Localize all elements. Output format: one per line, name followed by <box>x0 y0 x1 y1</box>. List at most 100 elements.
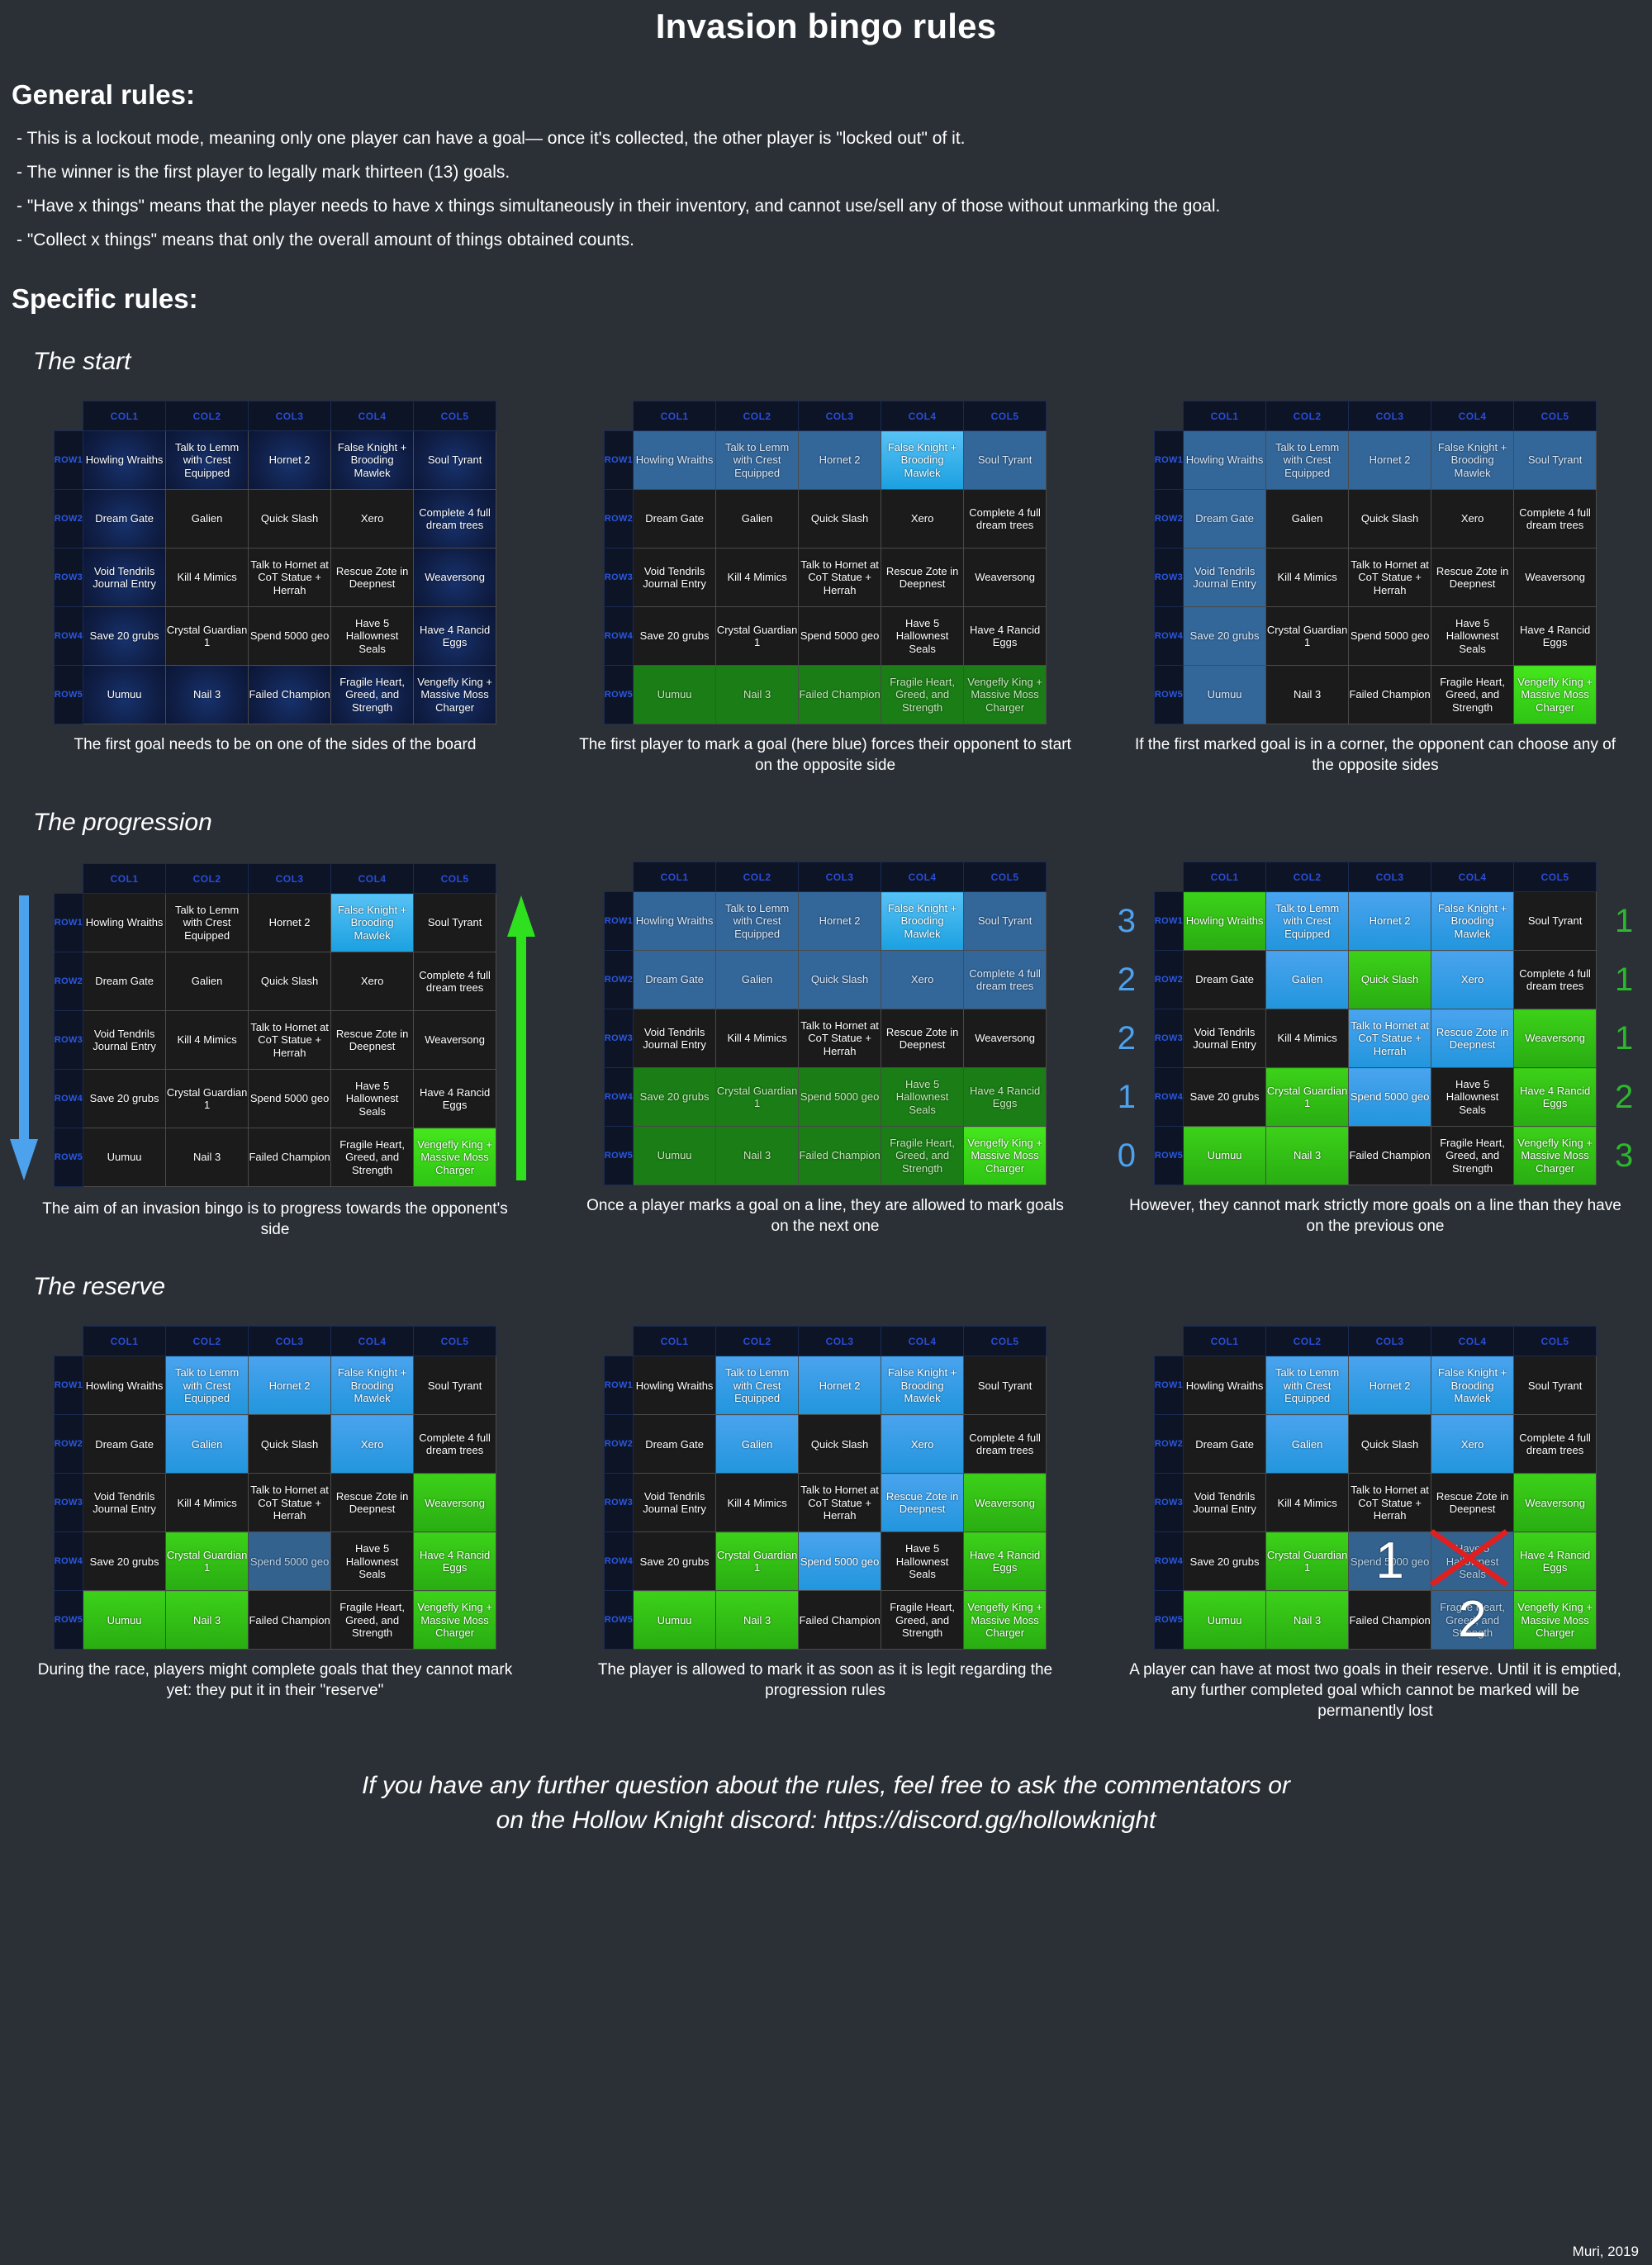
bingo-cell[interactable]: Have 4 Rancid Eggs <box>1513 1531 1597 1592</box>
bingo-cell[interactable]: Howling Wraiths <box>633 430 717 490</box>
bingo-cell[interactable]: Rescue Zote in Deepnest <box>1431 1009 1515 1069</box>
bingo-cell[interactable]: Talk to Lemm with Crest Equipped <box>165 1356 249 1416</box>
bingo-cell[interactable]: Talk to Lemm with Crest Equipped <box>715 430 800 490</box>
bingo-cell[interactable]: Uumuu <box>1183 665 1267 724</box>
bingo-cell[interactable]: Hornet 2 <box>248 893 332 953</box>
bingo-cell[interactable]: Xero <box>881 489 965 548</box>
bingo-cell[interactable]: Galien <box>1265 1414 1350 1474</box>
bingo-cell[interactable]: Galien <box>165 489 249 548</box>
bingo-cell[interactable]: Uumuu <box>83 665 167 724</box>
bingo-cell[interactable]: False Knight + Brooding Mawlek <box>881 891 965 952</box>
bingo-cell[interactable]: Xero <box>881 1414 965 1474</box>
bingo-cell[interactable]: Spend 5000 geo <box>798 1067 882 1128</box>
bingo-cell[interactable]: Soul Tyrant <box>413 893 497 953</box>
bingo-cell[interactable]: Weaversong <box>963 1473 1047 1533</box>
bingo-cell[interactable]: Spend 5000 geo 1 <box>1348 1531 1432 1592</box>
bingo-cell[interactable]: Howling Wraiths <box>1183 1356 1267 1416</box>
bingo-cell[interactable]: Xero <box>330 489 415 548</box>
bingo-cell[interactable]: Soul Tyrant <box>963 1356 1047 1416</box>
bingo-cell[interactable]: Complete 4 full dream trees <box>963 950 1047 1010</box>
bingo-cell[interactable]: Failed Champion <box>248 1590 332 1650</box>
bingo-cell[interactable]: Talk to Hornet at CoT Statue + Herrah <box>798 548 882 607</box>
bingo-cell[interactable]: Xero <box>330 1414 415 1474</box>
bingo-cell[interactable]: Talk to Hornet at CoT Statue + Herrah <box>248 1010 332 1071</box>
bingo-cell[interactable]: Xero <box>1431 950 1515 1010</box>
bingo-cell[interactable]: Vengefly King + Massive Moss Charger <box>413 1590 497 1650</box>
bingo-cell[interactable]: Save 20 grubs <box>1183 606 1267 666</box>
bingo-cell[interactable]: Fragile Heart, Greed, and Strength <box>330 1590 415 1650</box>
bingo-cell[interactable]: Have 4 Rancid Eggs <box>1513 606 1597 666</box>
bingo-cell[interactable]: Talk to Lemm with Crest Equipped <box>1265 1356 1350 1416</box>
bingo-cell[interactable]: Crystal Guardian 1 <box>715 606 800 666</box>
bingo-cell[interactable]: Nail 3 <box>1265 1590 1350 1650</box>
bingo-cell[interactable]: Vengefly King + Massive Moss Charger <box>963 1590 1047 1650</box>
bingo-cell[interactable]: Fragile Heart, Greed, and Strength <box>1431 1126 1515 1186</box>
bingo-cell[interactable]: Failed Champion <box>798 665 882 724</box>
bingo-cell[interactable]: False Knight + Brooding Mawlek <box>330 1356 415 1416</box>
bingo-cell[interactable]: Have 5 Hallownest Seals <box>330 606 415 666</box>
bingo-cell[interactable]: Talk to Hornet at CoT Statue + Herrah <box>1348 1473 1432 1533</box>
bingo-cell[interactable]: Failed Champion <box>248 665 332 724</box>
bingo-cell[interactable]: Rescue Zote in Deepnest <box>881 1473 965 1533</box>
bingo-cell[interactable]: False Knight + Brooding Mawlek <box>881 430 965 490</box>
bingo-cell[interactable]: Dream Gate <box>633 1414 717 1474</box>
bingo-cell[interactable]: Nail 3 <box>165 665 249 724</box>
bingo-cell[interactable]: Soul Tyrant <box>963 891 1047 952</box>
bingo-cell[interactable]: Quick Slash <box>798 950 882 1010</box>
bingo-cell[interactable]: Xero <box>1431 1414 1515 1474</box>
bingo-cell[interactable]: Galien <box>715 489 800 548</box>
bingo-cell[interactable]: Dream Gate <box>83 1414 167 1474</box>
bingo-cell[interactable]: Xero <box>1431 489 1515 548</box>
bingo-cell[interactable]: Failed Champion <box>248 1128 332 1188</box>
bingo-cell[interactable]: Have 5 Hallownest Seals <box>1431 606 1515 666</box>
bingo-cell[interactable]: Vengefly King + Massive Moss Charger <box>1513 1590 1597 1650</box>
bingo-cell[interactable]: Fragile Heart, Greed, and Strength <box>330 665 415 724</box>
bingo-cell[interactable]: Talk to Lemm with Crest Equipped <box>715 891 800 952</box>
bingo-cell[interactable]: Kill 4 Mimics <box>715 1009 800 1069</box>
bingo-cell[interactable]: Uumuu <box>633 665 717 724</box>
bingo-cell[interactable]: Rescue Zote in Deepnest <box>881 1009 965 1069</box>
bingo-cell[interactable]: Soul Tyrant <box>413 430 497 490</box>
bingo-cell[interactable]: Vengefly King + Massive Moss Charger <box>413 1128 497 1188</box>
bingo-cell[interactable]: Talk to Lemm with Crest Equipped <box>165 893 249 953</box>
bingo-cell[interactable]: Void Tendrils Journal Entry <box>1183 548 1267 607</box>
bingo-cell[interactable]: Kill 4 Mimics <box>165 1473 249 1533</box>
bingo-cell[interactable]: Talk to Hornet at CoT Statue + Herrah <box>1348 1009 1432 1069</box>
bingo-cell[interactable]: Failed Champion <box>798 1590 882 1650</box>
bingo-cell[interactable]: Howling Wraiths <box>1183 430 1267 490</box>
bingo-cell[interactable]: Spend 5000 geo <box>798 1531 882 1592</box>
bingo-cell[interactable]: Vengefly King + Massive Moss Charger <box>963 1126 1047 1186</box>
bingo-cell[interactable]: Quick Slash <box>798 489 882 548</box>
bingo-cell[interactable]: Talk to Hornet at CoT Statue + Herrah <box>798 1473 882 1533</box>
bingo-cell[interactable]: Vengefly King + Massive Moss Charger <box>413 665 497 724</box>
bingo-cell[interactable]: Complete 4 full dream trees <box>1513 1414 1597 1474</box>
bingo-cell[interactable]: False Knight + Brooding Mawlek <box>1431 891 1515 952</box>
bingo-cell[interactable]: Crystal Guardian 1 <box>1265 1067 1350 1128</box>
bingo-cell[interactable]: Save 20 grubs <box>633 606 717 666</box>
bingo-cell[interactable]: Nail 3 <box>165 1128 249 1188</box>
bingo-cell[interactable]: Have 4 Rancid Eggs <box>1513 1067 1597 1128</box>
bingo-cell[interactable]: Save 20 grubs <box>1183 1531 1267 1592</box>
bingo-cell[interactable]: Weaversong <box>413 1010 497 1071</box>
bingo-cell[interactable]: Quick Slash <box>1348 950 1432 1010</box>
bingo-cell[interactable]: Galien <box>1265 950 1350 1010</box>
bingo-cell[interactable]: Hornet 2 <box>1348 1356 1432 1416</box>
bingo-cell[interactable]: Weaversong <box>963 1009 1047 1069</box>
bingo-cell[interactable]: Howling Wraiths <box>633 1356 717 1416</box>
bingo-cell[interactable]: Spend 5000 geo <box>248 606 332 666</box>
bingo-cell[interactable]: Talk to Lemm with Crest Equipped <box>1265 430 1350 490</box>
bingo-cell[interactable]: Kill 4 Mimics <box>715 1473 800 1533</box>
bingo-cell[interactable]: Weaversong <box>413 548 497 607</box>
bingo-cell[interactable]: Nail 3 <box>165 1590 249 1650</box>
bingo-cell[interactable]: Have 4 Rancid Eggs <box>413 1531 497 1592</box>
bingo-cell[interactable]: Kill 4 Mimics <box>1265 548 1350 607</box>
bingo-cell[interactable]: Hornet 2 <box>798 1356 882 1416</box>
bingo-cell[interactable]: Kill 4 Mimics <box>165 548 249 607</box>
bingo-cell[interactable]: False Knight + Brooding Mawlek <box>330 893 415 953</box>
bingo-cell[interactable]: Save 20 grubs <box>633 1531 717 1592</box>
bingo-cell[interactable]: Rescue Zote in Deepnest <box>330 1010 415 1071</box>
bingo-cell[interactable]: Crystal Guardian 1 <box>1265 606 1350 666</box>
bingo-cell[interactable]: Quick Slash <box>1348 489 1432 548</box>
bingo-cell[interactable]: Vengefly King + Massive Moss Charger <box>1513 665 1597 724</box>
bingo-cell[interactable]: Kill 4 Mimics <box>1265 1473 1350 1533</box>
